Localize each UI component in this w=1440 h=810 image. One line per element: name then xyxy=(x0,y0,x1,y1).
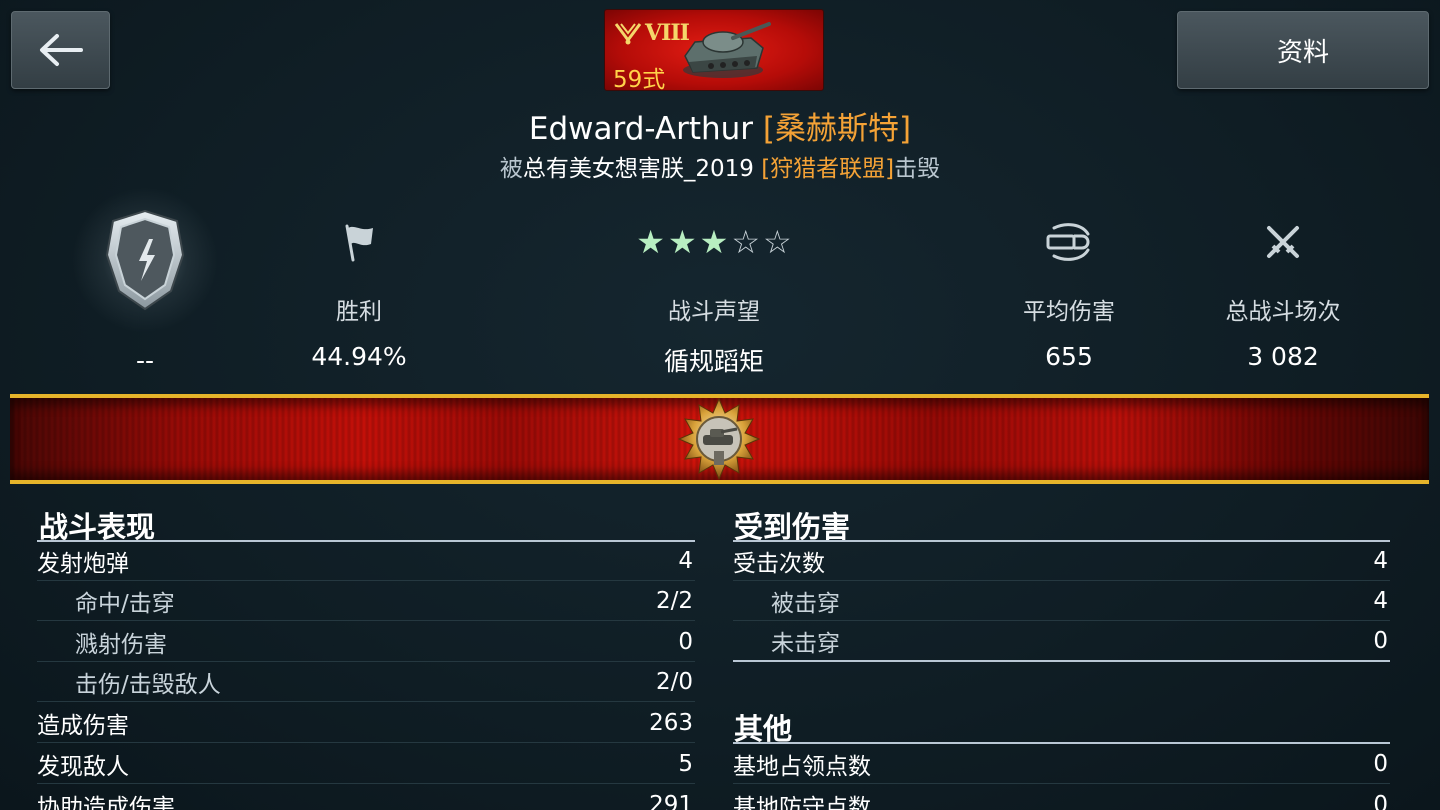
arrow-left-icon xyxy=(39,34,83,66)
killed-suffix: 击毁 xyxy=(894,156,941,182)
row-value: 0 xyxy=(1373,750,1388,777)
tank-card[interactable]: VIII 59式 xyxy=(604,9,824,91)
avg-damage-label: 平均伤害 xyxy=(1023,299,1115,325)
table-row: 击伤/击毁敌人 2/0 xyxy=(37,662,695,702)
killer-clan[interactable]: [狩猎者联盟] xyxy=(761,156,894,182)
table-row: 发射炮弹 4 xyxy=(37,541,695,581)
table-row: 命中/击穿 2/2 xyxy=(37,581,695,621)
shield-icon xyxy=(105,209,185,311)
win-value: 44.94% xyxy=(311,342,407,371)
reputation-value: 循规蹈矩 xyxy=(663,347,764,376)
shell-icon xyxy=(1046,223,1090,261)
player-name[interactable]: Edward-Arthur xyxy=(529,111,753,147)
star-empty-icon: ☆ xyxy=(731,223,761,261)
battles-stat: 总战斗场次 3 082 xyxy=(1183,210,1383,371)
medal-icon[interactable] xyxy=(677,397,761,485)
battles-value: 3 082 xyxy=(1247,342,1319,371)
rating-shield xyxy=(50,185,240,335)
player-title: Edward-Arthur [桑赫斯特] xyxy=(0,103,1440,148)
player-clan[interactable]: [桑赫斯特] xyxy=(763,111,911,147)
table-row: 溅射伤害 0 xyxy=(37,622,695,662)
avg-damage-value: 655 xyxy=(1045,342,1093,371)
row-value: 0 xyxy=(1373,628,1388,654)
flag-icon xyxy=(345,224,373,262)
row-label: 溅射伤害 xyxy=(75,631,167,658)
row-value: 263 xyxy=(649,709,693,736)
tank-image xyxy=(671,12,771,90)
back-button[interactable] xyxy=(11,11,110,89)
star-filled-icon: ★ xyxy=(699,223,729,261)
table-row: 基地防守点数 0 xyxy=(733,785,1390,810)
row-value: 4 xyxy=(678,547,693,574)
row-label: 击伤/击毁敌人 xyxy=(75,671,221,698)
reputation-stars: ★ ★ ★ ☆ ☆ xyxy=(636,226,791,258)
row-value: 291 xyxy=(649,791,693,810)
tank-name: 59式 xyxy=(613,67,666,91)
avg-damage-stat: 平均伤害 655 xyxy=(969,210,1169,371)
row-value: 5 xyxy=(678,750,693,777)
row-value: 4 xyxy=(1373,587,1388,614)
killer-name[interactable]: 总有美女想害朕_2019 xyxy=(523,156,754,182)
row-value: 4 xyxy=(1373,547,1388,574)
table-row: 未击穿 0 xyxy=(733,622,1390,662)
star-empty-icon: ☆ xyxy=(763,223,792,261)
table-row: 受击次数 4 xyxy=(733,541,1390,581)
win-stat: 胜利 44.94% xyxy=(259,210,459,371)
table-row: 造成伤害 263 xyxy=(37,703,695,743)
table-row: 发现敌人 5 xyxy=(37,744,695,784)
row-label: 协助造成伤害 xyxy=(37,794,175,810)
row-value: 2/0 xyxy=(655,668,693,695)
row-label: 发现敌人 xyxy=(37,753,129,780)
row-label: 基地占领点数 xyxy=(733,753,871,780)
profile-button[interactable]: 资料 xyxy=(1177,11,1429,89)
row-value: 0 xyxy=(1373,791,1388,810)
row-value: 0 xyxy=(678,628,693,655)
killed-by-line: 被总有美女想害朕_2019 [狩猎者联盟]击毁 xyxy=(0,149,1440,183)
tier-emblem-icon xyxy=(614,23,642,45)
reputation-label: 战斗声望 xyxy=(668,299,760,325)
reputation-stat: ★ ★ ★ ☆ ☆ 战斗声望 循规蹈矩 xyxy=(614,210,814,378)
row-label: 造成伤害 xyxy=(37,712,129,739)
table-row: 协助造成伤害 291 xyxy=(37,785,695,810)
row-label: 被击穿 xyxy=(771,590,840,617)
star-filled-icon: ★ xyxy=(636,223,665,261)
battles-label: 总战斗场次 xyxy=(1225,299,1341,325)
row-value: 2/2 xyxy=(655,587,693,614)
table-row: 基地占领点数 0 xyxy=(733,744,1390,784)
row-label: 命中/击穿 xyxy=(75,590,175,617)
row-label: 基地防守点数 xyxy=(733,794,871,810)
killed-by-prefix: 被 xyxy=(499,156,523,182)
row-label: 发射炮弹 xyxy=(37,550,129,577)
star-filled-icon: ★ xyxy=(667,223,697,261)
row-label: 受击次数 xyxy=(733,550,825,577)
win-label: 胜利 xyxy=(336,299,382,325)
crossed-swords-icon xyxy=(1267,226,1299,258)
rating-value: -- xyxy=(135,346,155,375)
table-row: 被击穿 4 xyxy=(733,581,1390,621)
row-label: 未击穿 xyxy=(771,631,840,657)
